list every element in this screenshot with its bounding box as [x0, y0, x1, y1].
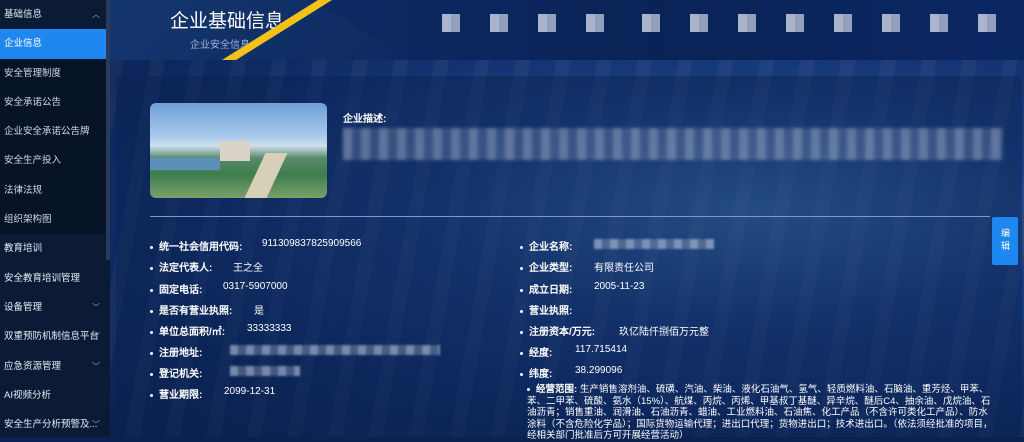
field-business-scope: 经营范围: 生产销售溶剂油、硫磺、汽油、柴油、液化石油气、氢气、轻质燃料油、石脑… — [527, 384, 993, 441]
field-value: 117.715414 — [575, 344, 628, 355]
business-scope-text: 生产销售溶剂油、硫磺、汽油、柴油、液化石油气、氢气、轻质燃料油、石脑油、重芳烃、… — [527, 384, 993, 441]
sidebar-item-label: 双重预防机制信息平台 — [4, 331, 100, 343]
field-value: 是 — [254, 306, 264, 317]
page-title: 企业基础信息 — [170, 11, 285, 32]
redacted-nav-item[interactable] — [490, 14, 508, 32]
sidebar-item-label: 安全承诺公告 — [4, 96, 62, 108]
edit-button[interactable]: 编辑 — [992, 217, 1018, 265]
header-nav-redacted — [442, 14, 1002, 36]
sidebar-item-laws[interactable]: 法律法规 — [0, 176, 110, 205]
field-value: 0317-5907000 — [223, 281, 288, 292]
field-established-date: 成立日期: 2005-11-23 — [520, 281, 644, 296]
field-value: 911309837825909566 — [262, 238, 362, 249]
sidebar-item-company-info[interactable]: 企业信息 — [0, 29, 110, 59]
sidebar-group-emergency[interactable]: 应急资源管理 ﹀ — [0, 352, 110, 381]
redacted-nav-item[interactable] — [834, 14, 852, 32]
field-company-type: 企业类型: 有限责任公司 — [520, 259, 654, 274]
sidebar-item-label: AI视频分析 — [4, 389, 51, 401]
redacted-nav-item[interactable] — [882, 14, 900, 32]
sidebar-group-equipment[interactable]: 设备管理 ﹀ — [0, 293, 110, 322]
sidebar-item-safety-commitment[interactable]: 安全承诺公告 — [0, 88, 110, 117]
field-reg-authority: 登记机关: — [150, 365, 300, 380]
field-legal-rep: 法定代表人: 王之全 — [150, 259, 263, 274]
chevron-up-icon: ︿ — [92, 10, 100, 19]
field-area: 单位总面积/㎡: 33333333 — [150, 323, 292, 338]
sidebar-item-label: 企业信息 — [4, 38, 43, 50]
field-registered-capital: 注册资本/万元: 玖亿陆仟捌佰万元整 — [520, 323, 709, 338]
field-business-term: 营业期限: 2099-12-31 — [150, 386, 275, 401]
redacted-value — [594, 239, 714, 249]
redacted-nav-item[interactable] — [442, 14, 460, 32]
sidebar-group-basic-info[interactable]: 基础信息 ︿ — [0, 0, 110, 29]
sidebar-item-safety-rules[interactable]: 安全管理制度 — [0, 59, 110, 88]
sidebar-item-label: 基础信息 — [4, 9, 43, 20]
redacted-nav-item[interactable] — [930, 14, 948, 32]
sidebar-group-dual-prevention[interactable]: 双重预防机制信息平台 ﹀ — [0, 322, 110, 351]
sidebar-item-label: 组织架构图 — [4, 214, 52, 226]
redacted-nav-item[interactable] — [978, 14, 996, 32]
field-value: 王之全 — [233, 263, 263, 274]
top-header: 企业基础信息 企业安全信息 — [110, 0, 1024, 78]
sidebar-item-commitment-board[interactable]: 企业安全承诺公告牌 — [0, 117, 110, 146]
field-longitude: 经度: 117.715414 — [520, 344, 627, 359]
redacted-nav-item[interactable] — [786, 14, 804, 32]
sidebar-item-label: 教育培训 — [4, 243, 43, 255]
sidebar: 基础信息 ︿ 企业信息 安全管理制度 安全承诺公告 企业安全承诺公告牌 安全生产… — [0, 0, 110, 437]
sidebar-item-label: 企业安全承诺公告牌 — [4, 126, 90, 138]
field-value: 2005-11-23 — [594, 281, 645, 292]
redacted-value — [230, 366, 300, 376]
field-value: 33333333 — [247, 323, 292, 334]
company-photo — [150, 103, 327, 198]
field-credit-code: 统一社会信用代码: 911309837825909566 — [150, 238, 361, 253]
company-description-label: 企业描述: — [343, 114, 387, 125]
sidebar-item-label: 安全管理制度 — [4, 67, 62, 79]
sidebar-item-label: 安全生产投入 — [4, 155, 62, 167]
sidebar-item-ai-video[interactable]: AI视频分析 — [0, 381, 110, 410]
section-divider — [150, 216, 990, 217]
field-has-license: 是否有营业执照: 是 — [150, 302, 264, 317]
company-description-redacted — [343, 128, 1003, 160]
field-company-name: 企业名称: — [520, 238, 714, 253]
sidebar-item-training-management[interactable]: 安全教育培训管理 — [0, 264, 110, 293]
redacted-nav-item[interactable] — [586, 14, 604, 32]
chevron-down-icon: ﹀ — [92, 420, 100, 430]
field-license: 营业执照: — [520, 302, 572, 317]
redacted-nav-item[interactable] — [538, 14, 556, 32]
field-value: 有限责任公司 — [594, 263, 654, 274]
sidebar-item-org-chart[interactable]: 组织架构图 — [0, 205, 110, 234]
redacted-nav-item[interactable] — [690, 14, 708, 32]
sidebar-item-safety-investment[interactable]: 安全生产投入 — [0, 146, 110, 175]
sidebar-item-label: 设备管理 — [4, 301, 43, 313]
field-phone: 固定电话: 0317-5907000 — [150, 281, 288, 296]
chevron-down-icon: ﹀ — [92, 302, 100, 312]
field-value: 玖亿陆仟捌佰万元整 — [619, 327, 709, 338]
field-value: 38.299096 — [575, 365, 623, 376]
header-title-panel: 企业基础信息 企业安全信息 — [110, 0, 410, 60]
sidebar-item-label: 安全生产分析预警及... — [4, 419, 98, 431]
sidebar-item-label: 法律法规 — [4, 184, 43, 196]
redacted-value — [230, 345, 440, 355]
chevron-down-icon: ﹀ — [92, 361, 100, 371]
redacted-nav-item[interactable] — [738, 14, 756, 32]
field-value: 2099-12-31 — [224, 386, 276, 397]
field-reg-address: 注册地址: — [150, 344, 440, 359]
sidebar-item-label: 安全教育培训管理 — [4, 272, 81, 284]
redacted-nav-item[interactable] — [642, 14, 660, 32]
sidebar-item-training[interactable]: 教育培训 — [0, 234, 110, 263]
sidebar-group-safety-analysis[interactable]: 安全生产分析预警及... ﹀ — [0, 410, 110, 437]
chevron-down-icon: ﹀ — [92, 332, 100, 342]
sidebar-item-label: 应急资源管理 — [4, 360, 62, 372]
field-latitude: 纬度: 38.299096 — [520, 365, 622, 380]
